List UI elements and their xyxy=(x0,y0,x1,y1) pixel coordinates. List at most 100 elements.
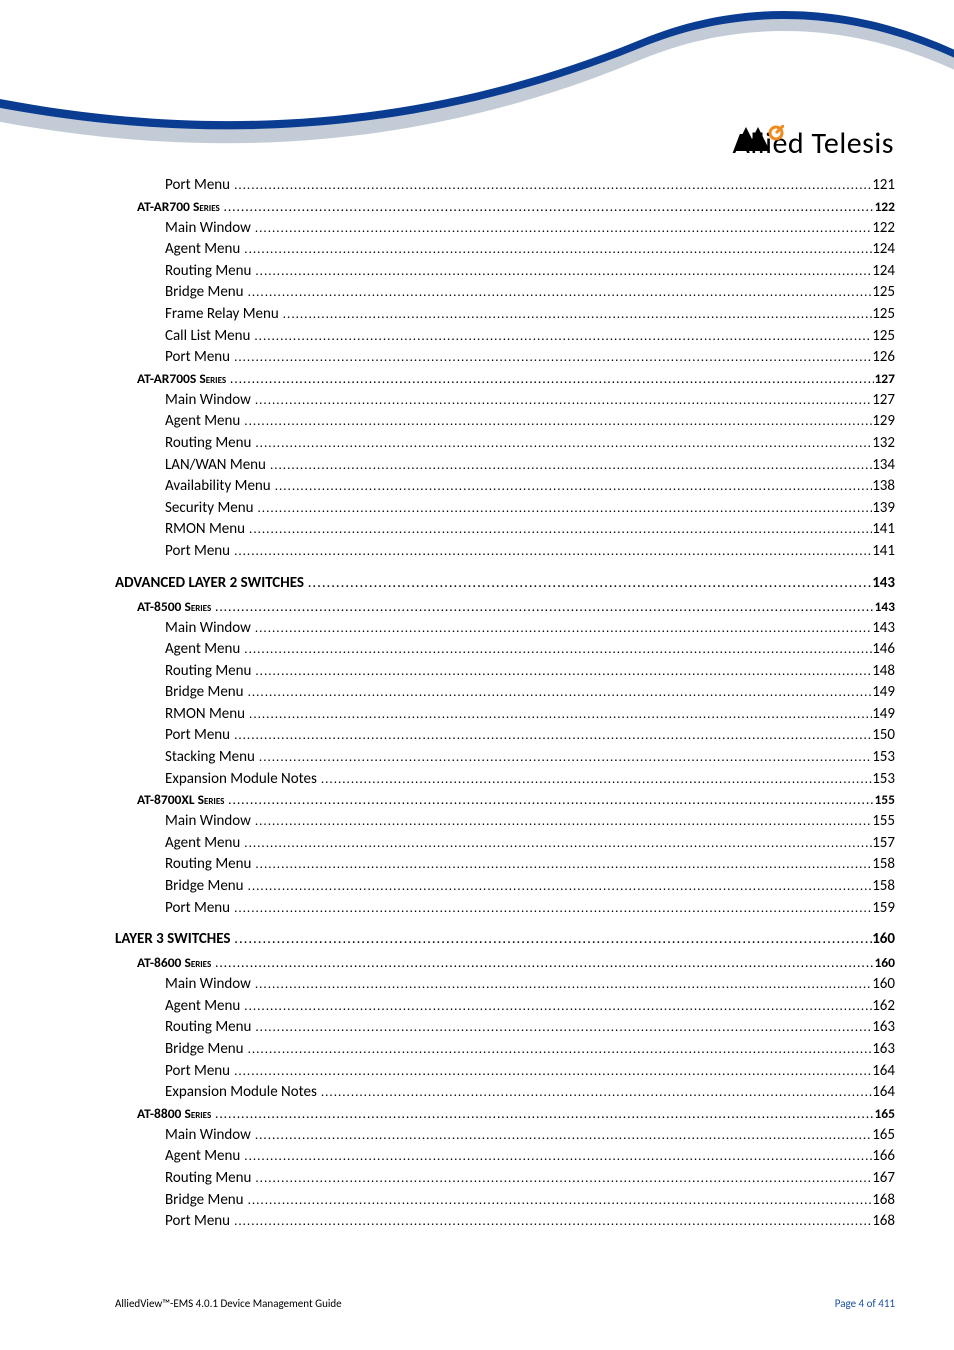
toc-leader: ........................................… xyxy=(240,996,872,1018)
toc-row[interactable]: Port Menu...............................… xyxy=(115,347,895,369)
toc-label: Port Menu xyxy=(165,541,230,563)
toc-leader: ........................................… xyxy=(240,239,872,261)
toc-page: 127 xyxy=(872,390,895,412)
toc-row[interactable]: Port Menu...............................… xyxy=(115,1211,895,1233)
toc-row[interactable]: Expansion Module Notes..................… xyxy=(115,769,895,791)
toc-row[interactable]: Bridge Menu.............................… xyxy=(115,1190,895,1212)
toc-leader: ........................................… xyxy=(254,498,873,520)
toc-row[interactable]: AT-AR700 Series.........................… xyxy=(115,197,895,218)
toc-row[interactable]: AT-8700XL Series........................… xyxy=(115,790,895,811)
toc-leader: ........................................… xyxy=(251,854,872,876)
toc-leader: ........................................… xyxy=(224,791,874,811)
toc-row[interactable]: Routing Menu............................… xyxy=(115,261,895,283)
toc-row[interactable]: AT-8500 Series..........................… xyxy=(115,597,895,618)
toc-leader: ........................................… xyxy=(240,833,872,855)
toc-page: 164 xyxy=(872,1061,895,1083)
toc-label: Stacking Menu xyxy=(165,747,255,769)
toc-row[interactable]: Stacking Menu...........................… xyxy=(115,747,895,769)
toc-label: Routing Menu xyxy=(165,261,251,283)
toc-row[interactable]: Agent Menu..............................… xyxy=(115,639,895,661)
toc-row[interactable]: LAN/WAN Menu............................… xyxy=(115,455,895,477)
toc-row[interactable]: Port Menu...............................… xyxy=(115,1061,895,1083)
toc-label: Security Menu xyxy=(165,498,254,520)
toc-row[interactable]: Main Window.............................… xyxy=(115,218,895,240)
toc-row[interactable]: Port Menu...............................… xyxy=(115,725,895,747)
toc-row[interactable]: Bridge Menu.............................… xyxy=(115,876,895,898)
toc-leader: ........................................… xyxy=(230,1211,872,1233)
toc-leader: ........................................… xyxy=(271,476,873,498)
toc-label: Port Menu xyxy=(165,347,230,369)
toc-row[interactable]: Main Window.............................… xyxy=(115,618,895,640)
toc-label: Port Menu xyxy=(165,175,230,197)
toc-leader: ........................................… xyxy=(244,282,873,304)
toc-row[interactable]: Routing Menu............................… xyxy=(115,1168,895,1190)
toc-row[interactable]: AT-8800 Series..........................… xyxy=(115,1104,895,1125)
toc-row[interactable]: Routing Menu............................… xyxy=(115,433,895,455)
toc-page: 157 xyxy=(872,833,895,855)
toc-page: 155 xyxy=(874,790,895,810)
toc-label: Expansion Module Notes xyxy=(165,769,317,791)
toc-row[interactable]: Expansion Module Notes..................… xyxy=(115,1082,895,1104)
toc-label: ADVANCED LAYER 2 SWITCHES xyxy=(115,574,304,592)
toc-page: 122 xyxy=(872,218,895,240)
toc-row[interactable]: Port Menu...............................… xyxy=(115,175,895,197)
toc-page: 159 xyxy=(872,898,895,920)
toc-label: Main Window xyxy=(165,390,251,412)
toc-page: 166 xyxy=(872,1146,895,1168)
toc-label: Main Window xyxy=(165,1125,251,1147)
toc-page: 121 xyxy=(872,175,895,197)
toc-label: Expansion Module Notes xyxy=(165,1082,317,1104)
toc-page: 165 xyxy=(874,1104,895,1124)
footer-right: Page 4 of 411 xyxy=(835,1297,895,1310)
toc-row[interactable]: Port Menu...............................… xyxy=(115,898,895,920)
toc-row[interactable]: Main Window.............................… xyxy=(115,974,895,996)
toc-page: 122 xyxy=(874,197,895,217)
toc-label: AT-AR700S Series xyxy=(137,369,226,389)
toc-row[interactable]: Call List Menu..........................… xyxy=(115,326,895,348)
page-footer: AlliedView™-EMS 4.0.1 Device Management … xyxy=(115,1297,895,1310)
toc-row[interactable]: Routing Menu............................… xyxy=(115,854,895,876)
toc-label: Agent Menu xyxy=(165,239,240,261)
toc-label: Call List Menu xyxy=(165,326,250,348)
toc-row[interactable]: Main Window.............................… xyxy=(115,1125,895,1147)
toc-label: Main Window xyxy=(165,811,251,833)
toc-row[interactable]: Bridge Menu.............................… xyxy=(115,282,895,304)
toc-label: Availability Menu xyxy=(165,476,271,498)
toc-row[interactable]: RMON Menu...............................… xyxy=(115,704,895,726)
toc-row[interactable]: Bridge Menu.............................… xyxy=(115,682,895,704)
toc-row[interactable]: Port Menu...............................… xyxy=(115,541,895,563)
toc-leader: ........................................… xyxy=(244,1190,873,1212)
toc-label: Routing Menu xyxy=(165,661,251,683)
toc-label: Agent Menu xyxy=(165,996,240,1018)
toc-leader: ........................................… xyxy=(230,725,872,747)
toc-row[interactable]: Routing Menu............................… xyxy=(115,1017,895,1039)
toc-page: 164 xyxy=(872,1082,895,1104)
toc-label: Routing Menu xyxy=(165,1168,251,1190)
toc-leader: ........................................… xyxy=(230,347,872,369)
toc-row[interactable]: Agent Menu..............................… xyxy=(115,411,895,433)
toc-page: 126 xyxy=(872,347,895,369)
toc-row[interactable]: LAYER 3 SWITCHES........................… xyxy=(115,930,895,948)
toc-page: 129 xyxy=(872,411,895,433)
toc-row[interactable]: Security Menu...........................… xyxy=(115,498,895,520)
toc-row[interactable]: AT-AR700S Series........................… xyxy=(115,369,895,390)
toc-page: 165 xyxy=(872,1125,895,1147)
toc-row[interactable]: Bridge Menu.............................… xyxy=(115,1039,895,1061)
toc-leader: ........................................… xyxy=(266,455,872,477)
toc-row[interactable]: Agent Menu..............................… xyxy=(115,1146,895,1168)
toc-leader: ........................................… xyxy=(251,974,872,996)
toc-page: 125 xyxy=(872,282,895,304)
toc-row[interactable]: Frame Relay Menu........................… xyxy=(115,304,895,326)
toc-label: Routing Menu xyxy=(165,433,251,455)
toc-row[interactable]: Agent Menu..............................… xyxy=(115,833,895,855)
toc-row[interactable]: Availability Menu.......................… xyxy=(115,476,895,498)
toc-row[interactable]: RMON Menu...............................… xyxy=(115,519,895,541)
toc-row[interactable]: Main Window.............................… xyxy=(115,811,895,833)
toc-row[interactable]: ADVANCED LAYER 2 SWITCHES...............… xyxy=(115,574,895,592)
toc-row[interactable]: Agent Menu..............................… xyxy=(115,996,895,1018)
toc-row[interactable]: Agent Menu..............................… xyxy=(115,239,895,261)
toc-row[interactable]: AT-8600 Series..........................… xyxy=(115,953,895,974)
toc-row[interactable]: Routing Menu............................… xyxy=(115,661,895,683)
toc-row[interactable]: Main Window.............................… xyxy=(115,390,895,412)
toc-label: RMON Menu xyxy=(165,519,245,541)
